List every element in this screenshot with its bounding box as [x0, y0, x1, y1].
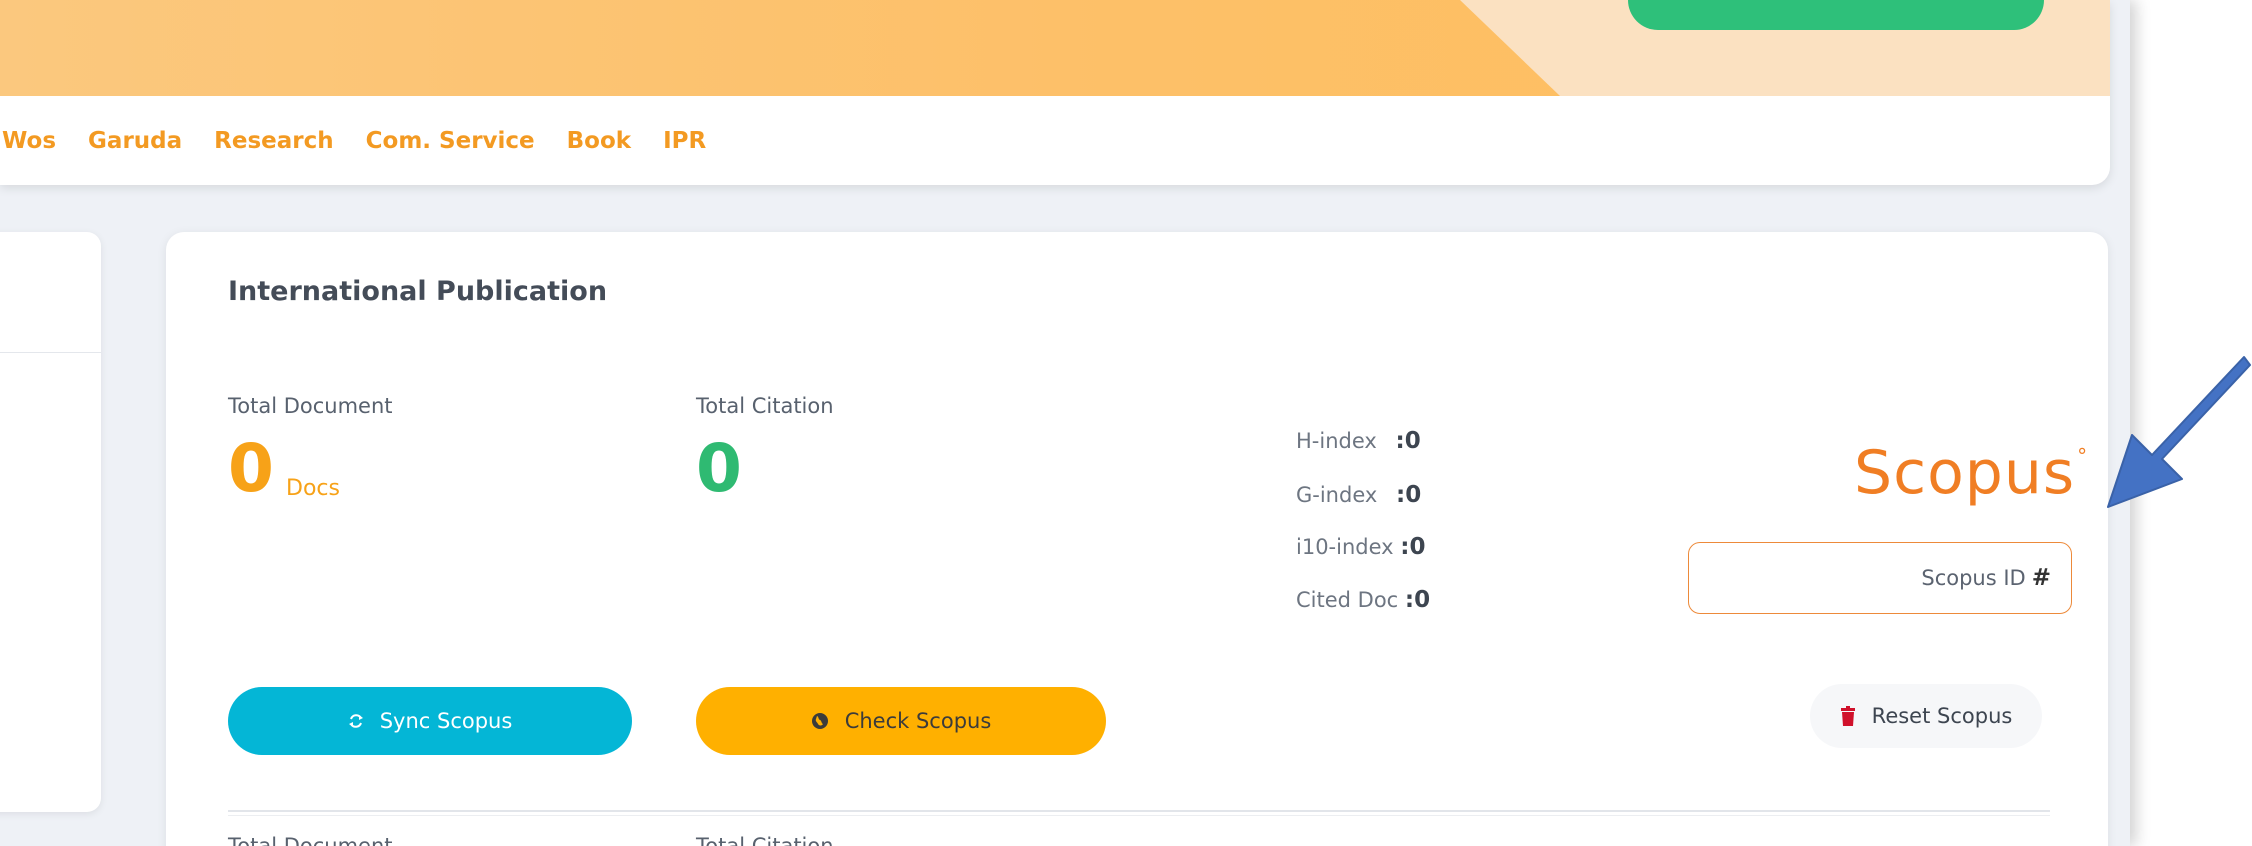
- app-window: Wos Garuda Research Com. Service Book IP…: [0, 0, 2130, 846]
- nav-bar: Wos Garuda Research Com. Service Book IP…: [0, 96, 2110, 185]
- nav-item-wos[interactable]: Wos: [2, 128, 56, 154]
- card-title: International Publication: [228, 276, 608, 307]
- total-citation-value: 0: [696, 430, 742, 507]
- check-scopus-label: Check Scopus: [844, 709, 992, 733]
- total-citation-label: Total Citation: [696, 394, 834, 418]
- next-total-document-label: Total Document: [228, 834, 393, 846]
- left-card: [0, 232, 101, 812]
- h-index-row: H-index :0: [1296, 428, 1421, 454]
- i10-index-value: 0: [1409, 534, 1426, 560]
- arrow-annotation-icon: [2107, 356, 2251, 508]
- total-document-unit: Docs: [286, 476, 340, 501]
- cited-doc-row: Cited Doc :0: [1296, 587, 1430, 613]
- cited-doc-value: 0: [1414, 587, 1431, 613]
- sync-scopus-label: Sync Scopus: [379, 709, 513, 733]
- scopus-id-box[interactable]: Scopus ID #: [1688, 542, 2072, 614]
- section-divider-shadow: [228, 815, 2050, 816]
- section-divider: [228, 810, 2050, 812]
- nav-item-garuda[interactable]: Garuda: [88, 128, 182, 154]
- scopus-logo-text: Scopus: [1854, 438, 2076, 508]
- scopus-logo-mark: °: [2077, 444, 2089, 468]
- g-index-label: G-index: [1296, 483, 1378, 507]
- left-card-divider: [0, 352, 101, 353]
- scopus-id-label: Scopus ID: [1921, 566, 2026, 590]
- h-index-label: H-index: [1296, 429, 1377, 453]
- reset-scopus-button[interactable]: Reset Scopus: [1810, 684, 2042, 748]
- total-document-value: 0: [228, 430, 274, 507]
- sync-icon: [348, 712, 364, 730]
- check-scopus-button[interactable]: Check Scopus: [696, 687, 1106, 755]
- scopus-id-hash: #: [2031, 565, 2051, 591]
- globe-icon: [811, 712, 829, 730]
- trash-icon: [1840, 706, 1856, 726]
- g-index-row: G-index :0: [1296, 482, 1421, 508]
- g-index-value: 0: [1405, 482, 1422, 508]
- sync-scopus-button[interactable]: Sync Scopus: [228, 687, 632, 755]
- reset-scopus-label: Reset Scopus: [1871, 704, 2013, 728]
- nav-item-com-service[interactable]: Com. Service: [366, 128, 535, 154]
- nav-item-ipr[interactable]: IPR: [663, 128, 706, 154]
- cited-doc-label: Cited Doc: [1296, 588, 1399, 612]
- nav-item-book[interactable]: Book: [567, 128, 631, 154]
- green-header-button[interactable]: [1628, 0, 2044, 30]
- header: Wos Garuda Research Com. Service Book IP…: [0, 0, 2110, 185]
- nav-item-research[interactable]: Research: [214, 128, 333, 154]
- next-total-citation-label: Total Citation: [696, 834, 834, 846]
- cited-doc-sep: :: [1404, 587, 1415, 613]
- international-publication-card: International Publication Total Document…: [166, 232, 2108, 846]
- header-banner: [0, 0, 2110, 96]
- i10-index-row: i10-index :0: [1296, 534, 1426, 560]
- i10-index-label: i10-index: [1296, 535, 1394, 559]
- h-index-value: 0: [1404, 428, 1421, 454]
- g-index-sep: :: [1396, 482, 1406, 508]
- total-document-label: Total Document: [228, 394, 393, 418]
- h-index-sep: :: [1395, 428, 1405, 454]
- scopus-logo: Scopus °: [1854, 438, 2087, 508]
